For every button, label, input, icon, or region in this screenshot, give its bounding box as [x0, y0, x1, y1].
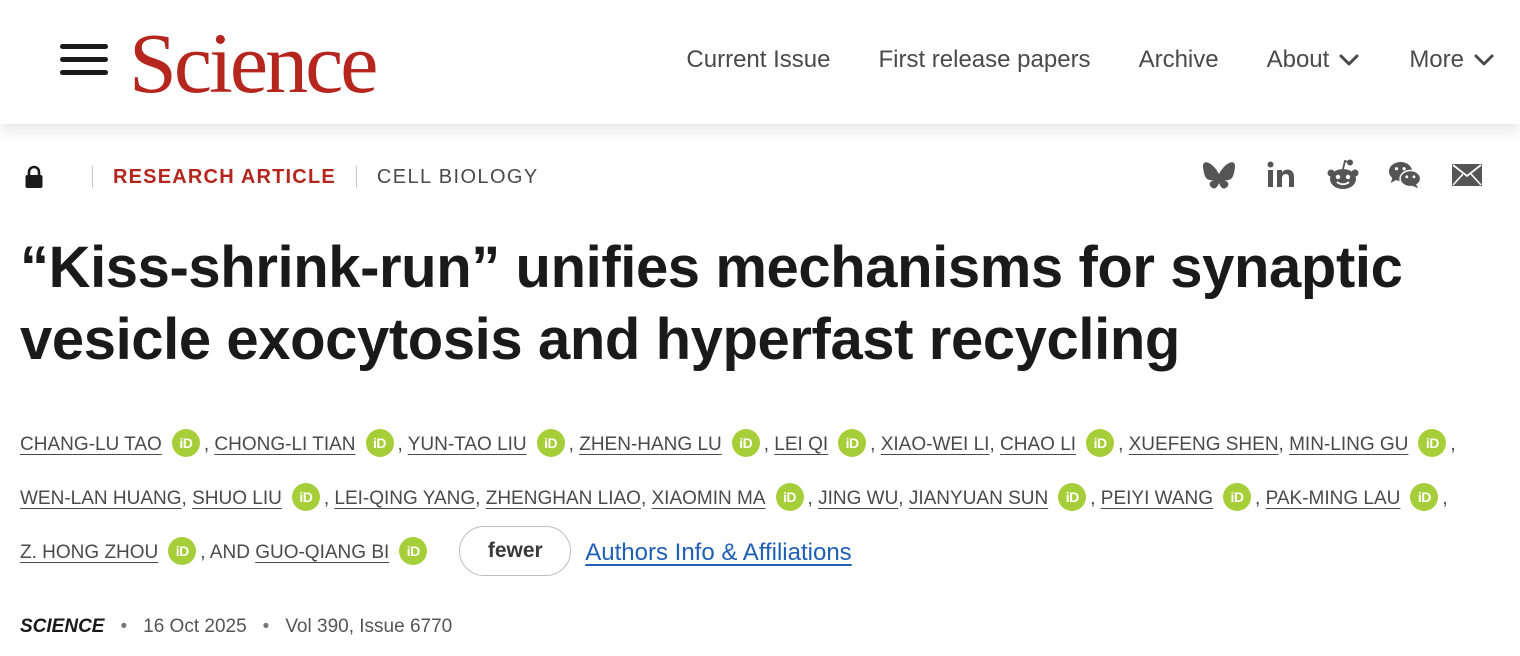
- orcid-icon[interactable]: iD: [536, 428, 565, 457]
- linkedin-icon[interactable]: [1264, 158, 1298, 192]
- nav-first-release[interactable]: First release papers: [878, 46, 1090, 74]
- science-logo[interactable]: Science: [129, 18, 378, 108]
- orcid-icon[interactable]: iD: [775, 482, 804, 511]
- orcid-icon[interactable]: iD: [731, 428, 760, 457]
- orcid-icon[interactable]: iD: [291, 482, 320, 511]
- orcid-icon[interactable]: iD: [1058, 482, 1087, 511]
- author-link[interactable]: CHAO LI: [1000, 434, 1076, 455]
- bullet-separator: •: [120, 616, 128, 637]
- divider: [92, 166, 93, 188]
- orcid-icon[interactable]: iD: [1086, 428, 1115, 457]
- author-link[interactable]: CHANG-LU TAO: [20, 434, 162, 455]
- orcid-icon[interactable]: iD: [365, 428, 394, 457]
- title-line-2: vesicle exocytosis and hyperfast recycli…: [20, 307, 1180, 372]
- author-link[interactable]: PAK-MING LAU: [1266, 488, 1401, 509]
- publication-date: 16 Oct 2025: [143, 616, 247, 637]
- nav-about[interactable]: About: [1267, 46, 1362, 74]
- site-header: Science Current Issue First release pape…: [0, 0, 1520, 124]
- orcid-icon[interactable]: iD: [399, 537, 428, 565]
- nav-archive[interactable]: Archive: [1139, 46, 1219, 74]
- author-link[interactable]: LEI-QING YANG: [334, 488, 475, 509]
- author-link[interactable]: Z. HONG ZHOU: [20, 542, 158, 563]
- title-line-1: “Kiss-shrink-run” unifies mechanisms for…: [20, 235, 1403, 300]
- author-link[interactable]: ZHENGHAN LIAO: [486, 488, 641, 509]
- orcid-icon[interactable]: iD: [1223, 482, 1252, 511]
- chevron-down-icon: [1339, 54, 1359, 66]
- nav-current-issue[interactable]: Current Issue: [686, 46, 830, 74]
- email-icon[interactable]: [1450, 158, 1484, 192]
- author-link[interactable]: XIAOMIN MA: [652, 488, 766, 509]
- top-nav: Current Issue First release papers Archi…: [686, 40, 1496, 80]
- lock-icon: [25, 165, 43, 188]
- reddit-icon[interactable]: [1326, 158, 1360, 192]
- volume-issue[interactable]: Vol 390, Issue 6770: [285, 616, 452, 638]
- author-link[interactable]: LEI QI: [774, 434, 828, 455]
- author-link[interactable]: ZHEN-HANG LU: [579, 434, 722, 455]
- authors-info-link[interactable]: Authors Info & Affiliations: [585, 539, 851, 566]
- article-subject[interactable]: CELL BIOLOGY: [377, 166, 539, 189]
- orcid-icon[interactable]: iD: [1418, 428, 1447, 457]
- author-link[interactable]: JIANYUAN SUN: [909, 488, 1048, 509]
- orcid-icon[interactable]: iD: [1410, 482, 1439, 511]
- category-row: RESEARCH ARTICLE CELL BIOLOGY: [24, 160, 539, 194]
- bluesky-icon[interactable]: [1202, 158, 1236, 192]
- bullet-separator: •: [262, 616, 270, 637]
- divider: [355, 166, 357, 188]
- menu-icon[interactable]: [60, 44, 108, 76]
- orcid-icon[interactable]: iD: [838, 428, 867, 457]
- author-link[interactable]: WEN-LAN HUANG: [20, 488, 182, 509]
- journal-name[interactable]: SCIENCE: [20, 616, 104, 638]
- article-type[interactable]: RESEARCH ARTICLE: [113, 166, 336, 189]
- author-link[interactable]: JING WU: [818, 488, 898, 509]
- author-link[interactable]: PEIYI WANG: [1101, 488, 1213, 509]
- nav-more[interactable]: More: [1409, 46, 1496, 74]
- article-title: “Kiss-shrink-run” unifies mechanisms for…: [20, 232, 1480, 376]
- author-list: CHANG-LU TAO iD, CHONG-LI TIAN iD, YUN-TAO…: [20, 418, 1480, 580]
- author-link[interactable]: GUO-QIANG BI: [255, 542, 389, 563]
- and-text: AND: [209, 542, 250, 564]
- orcid-icon[interactable]: iD: [168, 537, 197, 565]
- fewer-authors-button[interactable]: fewer: [459, 526, 572, 576]
- author-link[interactable]: YUN-TAO LIU: [408, 434, 527, 455]
- wechat-icon[interactable]: [1388, 158, 1422, 192]
- author-link[interactable]: SHUO LIU: [192, 488, 282, 509]
- chevron-down-icon: [1474, 54, 1494, 66]
- author-link[interactable]: CHONG-LI TIAN: [214, 434, 355, 455]
- author-link[interactable]: XIAO-WEI LI: [881, 434, 990, 455]
- author-link[interactable]: MIN-LING GU: [1289, 434, 1408, 455]
- orcid-icon[interactable]: iD: [171, 428, 200, 457]
- publication-meta: SCIENCE • 16 Oct 2025 • Vol 390, Issue 6…: [20, 616, 452, 638]
- share-bar: [1202, 158, 1484, 192]
- author-link[interactable]: XUEFENG SHEN: [1129, 434, 1279, 455]
